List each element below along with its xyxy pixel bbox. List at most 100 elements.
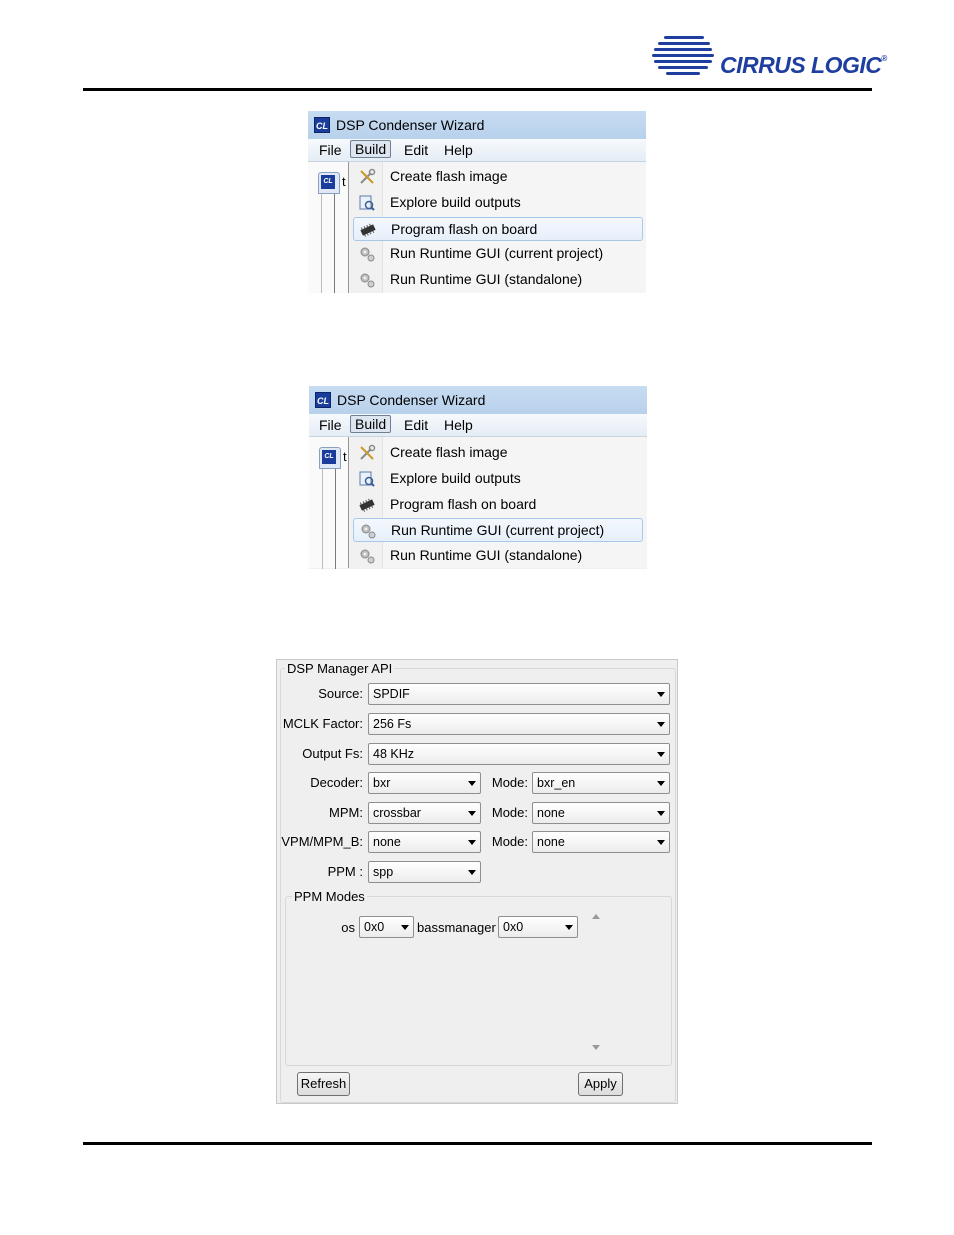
pane-divider bbox=[321, 194, 322, 293]
menu-file[interactable]: File bbox=[319, 417, 342, 433]
source-select[interactable]: SPDIF bbox=[368, 683, 670, 705]
menu-item-program-flash-on-board[interactable]: Program flash on board bbox=[353, 217, 643, 241]
title-bar: CL DSP Condenser Wizard bbox=[309, 386, 647, 414]
scroll-down-icon[interactable] bbox=[592, 1045, 600, 1050]
window-title: DSP Condenser Wizard bbox=[337, 392, 486, 408]
chevron-down-icon bbox=[468, 870, 476, 875]
bassmanager-select[interactable]: 0x0 bbox=[498, 916, 578, 938]
chevron-down-icon bbox=[401, 925, 409, 930]
menu-item-label: Run Runtime GUI (current project) bbox=[390, 245, 604, 261]
project-tab[interactable]: CL bbox=[319, 447, 341, 469]
mpm-mode-select[interactable]: none bbox=[532, 802, 670, 824]
pane-divider bbox=[335, 469, 336, 569]
decoder-label: Decoder: bbox=[310, 775, 363, 790]
vpm-mpm-b-select[interactable]: none bbox=[368, 831, 481, 853]
header-rule bbox=[83, 88, 872, 91]
output-fs-label: Output Fs: bbox=[302, 746, 363, 761]
menu-item-create-flash-image[interactable]: Create flash image bbox=[353, 441, 643, 465]
window-title: DSP Condenser Wizard bbox=[336, 117, 485, 133]
menu-file[interactable]: File bbox=[319, 142, 342, 158]
menu-help[interactable]: Help bbox=[444, 142, 473, 158]
project-pane: CL t bbox=[308, 162, 350, 293]
os-select[interactable]: 0x0 bbox=[359, 916, 414, 938]
chevron-down-icon bbox=[657, 781, 665, 786]
menu-item-label: Explore build outputs bbox=[390, 470, 521, 486]
menu-edit[interactable]: Edit bbox=[404, 142, 428, 158]
source-label: Source: bbox=[318, 686, 363, 701]
menu-item-run-runtime-gui-standalone[interactable]: Run Runtime GUI (standalone) bbox=[353, 268, 643, 292]
logo-mark-icon bbox=[652, 36, 714, 75]
ppm-select[interactable]: spp bbox=[368, 861, 481, 883]
menu-item-create-flash-image[interactable]: Create flash image bbox=[353, 165, 643, 189]
pane-divider bbox=[334, 194, 335, 293]
menu-item-program-flash-on-board[interactable]: Program flash on board bbox=[353, 493, 643, 517]
mpm-label: MPM: bbox=[329, 805, 363, 820]
menu-item-label: Create flash image bbox=[390, 444, 508, 460]
menu-item-label: Run Runtime GUI (standalone) bbox=[390, 271, 583, 287]
ppm-modes-scrollbar[interactable] bbox=[589, 908, 603, 1056]
title-bar: CL DSP Condenser Wizard bbox=[308, 111, 646, 139]
gears-icon bbox=[360, 273, 375, 288]
ppm-label: PPM : bbox=[327, 864, 363, 879]
ppm-modes-title: PPM Modes bbox=[292, 889, 367, 904]
tools-icon bbox=[360, 168, 376, 184]
build-menu-dropdown: Create flash image Explore build outputs… bbox=[348, 162, 646, 293]
chevron-down-icon bbox=[657, 840, 665, 845]
project-tab-label: t bbox=[342, 174, 346, 189]
menu-item-run-runtime-gui-standalone[interactable]: Run Runtime GUI (standalone) bbox=[353, 544, 643, 568]
mclk-factor-select[interactable]: 256 Fs bbox=[368, 713, 670, 735]
chevron-down-icon bbox=[468, 811, 476, 816]
cirrus-logic-logo: CIRRUS LOGIC® bbox=[650, 34, 887, 78]
gears-icon bbox=[360, 549, 375, 564]
vpm-mode-select[interactable]: none bbox=[532, 831, 670, 853]
chevron-down-icon bbox=[657, 811, 665, 816]
menu-edit[interactable]: Edit bbox=[404, 417, 428, 433]
wizard-screenshot-1: CL DSP Condenser Wizard File Build Edit … bbox=[308, 111, 646, 293]
footer-rule bbox=[83, 1142, 872, 1145]
tools-icon bbox=[360, 444, 376, 460]
chip-icon bbox=[359, 498, 375, 512]
decoder-mode-select[interactable]: bxr_en bbox=[532, 772, 670, 794]
menu-item-label: Program flash on board bbox=[390, 496, 537, 512]
chevron-down-icon bbox=[657, 722, 665, 727]
output-fs-select[interactable]: 48 KHz bbox=[368, 743, 670, 765]
menu-item-label: Program flash on board bbox=[391, 221, 538, 237]
chip-icon bbox=[360, 223, 376, 237]
refresh-button[interactable]: Refresh bbox=[297, 1072, 350, 1096]
group-title: DSP Manager API bbox=[285, 661, 395, 676]
menu-item-run-runtime-gui-current[interactable]: Run Runtime GUI (current project) bbox=[353, 518, 643, 542]
project-pane: CL t bbox=[309, 437, 351, 569]
vpm-mpm-b-label: VPM/MPM_B: bbox=[281, 834, 363, 849]
project-tab[interactable]: CL bbox=[318, 172, 340, 194]
menu-bar: File Build Edit Help bbox=[309, 414, 647, 437]
vpm-mode-label: Mode: bbox=[491, 834, 528, 849]
chevron-down-icon bbox=[468, 781, 476, 786]
decoder-mode-label: Mode: bbox=[491, 775, 528, 790]
apply-button[interactable]: Apply bbox=[578, 1072, 623, 1096]
chevron-down-icon bbox=[468, 840, 476, 845]
dsp-manager-panel: DSP Manager API Source: SPDIF MCLK Facto… bbox=[276, 659, 678, 1104]
menu-bar: File Build Edit Help bbox=[308, 139, 646, 162]
app-icon: CL bbox=[315, 392, 331, 408]
project-tab-label: t bbox=[343, 449, 347, 464]
menu-item-explore-build-outputs[interactable]: Explore build outputs bbox=[353, 191, 643, 215]
menu-build[interactable]: Build bbox=[350, 140, 392, 158]
decoder-select[interactable]: bxr bbox=[368, 772, 481, 794]
build-menu-dropdown: Create flash image Explore build outputs… bbox=[348, 437, 647, 568]
scroll-up-icon[interactable] bbox=[592, 914, 600, 919]
mpm-select[interactable]: crossbar bbox=[368, 802, 481, 824]
chevron-down-icon bbox=[657, 752, 665, 757]
logo-text: CIRRUS LOGIC® bbox=[720, 52, 887, 78]
explore-icon bbox=[359, 195, 375, 211]
menu-help[interactable]: Help bbox=[444, 417, 473, 433]
menu-item-label: Create flash image bbox=[390, 168, 508, 184]
os-label: os bbox=[341, 920, 355, 935]
pane-divider bbox=[322, 469, 323, 569]
mpm-mode-label: Mode: bbox=[491, 805, 528, 820]
gears-icon bbox=[361, 524, 376, 539]
wizard-screenshot-2: CL DSP Condenser Wizard File Build Edit … bbox=[309, 386, 647, 569]
mclk-factor-label: MCLK Factor: bbox=[282, 716, 363, 731]
menu-item-run-runtime-gui-current[interactable]: Run Runtime GUI (current project) bbox=[353, 242, 643, 266]
menu-item-explore-build-outputs[interactable]: Explore build outputs bbox=[353, 467, 643, 491]
menu-build[interactable]: Build bbox=[350, 415, 392, 433]
